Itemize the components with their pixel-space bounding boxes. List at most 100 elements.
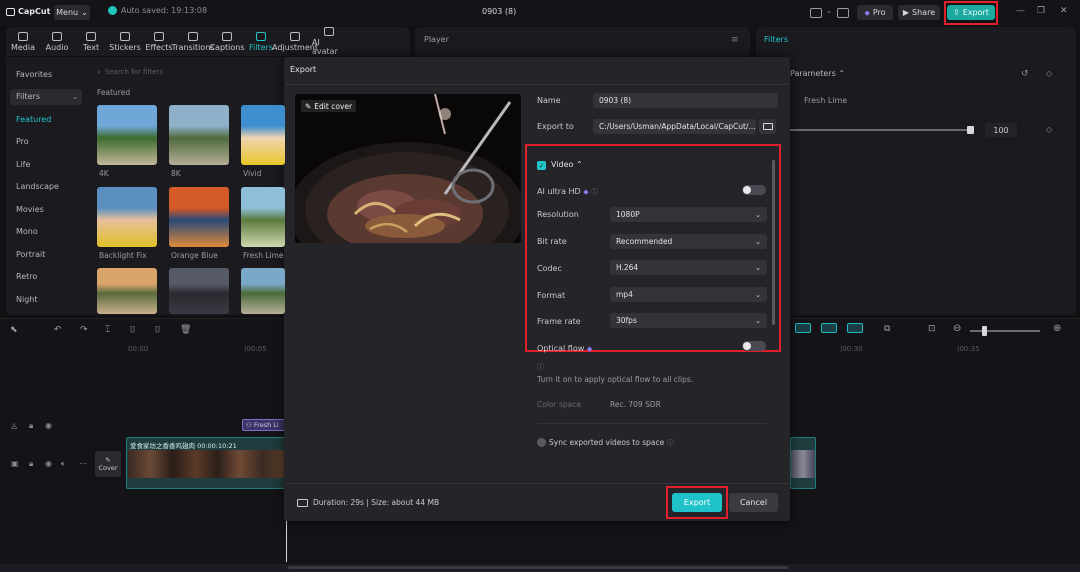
caption-icon[interactable]: ⊡ [928, 324, 936, 334]
capcut-logo-icon [6, 7, 15, 16]
audio-icon[interactable]: 🔈︎ [61, 459, 66, 469]
layout-icon[interactable] [810, 8, 822, 18]
framerate-label: Frame rate [537, 317, 581, 326]
info-icon[interactable]: ⓘ [591, 188, 598, 196]
zoom-slider[interactable] [970, 330, 1040, 332]
pro-button[interactable]: ◆ Pro [857, 5, 893, 20]
player-menu-icon[interactable]: ≡ [731, 35, 739, 45]
tool-ai-avatar[interactable]: AI avatar [312, 27, 346, 56]
codec-select[interactable]: H.264 ⌄ [610, 260, 767, 275]
tool-text[interactable]: Text [74, 27, 108, 56]
browse-folder-button[interactable] [759, 119, 776, 134]
filters-tab[interactable]: Filters [764, 35, 788, 44]
keyframe-icon[interactable]: ◇ [1046, 69, 1052, 78]
bitrate-select[interactable]: Recommended ⌄ [610, 234, 767, 249]
tool-stickers[interactable]: Stickers [108, 27, 142, 56]
sidebar-item-pro[interactable]: Pro [10, 134, 82, 150]
tool-audio[interactable]: Audio [40, 27, 74, 56]
lock-icon[interactable]: 🔒︎ [29, 421, 33, 431]
sidebar-item-filters[interactable]: Filters ⌄ [10, 88, 82, 105]
filter-thumbnail[interactable] [97, 268, 157, 314]
trim-left-icon[interactable]: ⌷ [130, 325, 135, 335]
export-button[interactable]: Export [672, 493, 722, 512]
diamond-icon: ◆ [864, 8, 870, 17]
layout-chevron-icon[interactable]: ⌄ [826, 7, 832, 15]
format-select[interactable]: mp4 ⌄ [610, 287, 767, 302]
eye-icon[interactable]: ◉ [45, 459, 52, 468]
shortcut-icon[interactable] [837, 8, 849, 18]
tool-adjustment[interactable]: Adjustment [272, 27, 318, 56]
timeline-scrollbar[interactable] [288, 566, 788, 569]
undo-icon[interactable]: ↶ [54, 325, 62, 335]
intensity-slider-handle[interactable] [967, 126, 974, 134]
sidebar-item-featured[interactable]: Featured [10, 111, 82, 127]
filter-search[interactable]: ⌕ Search for filters [97, 65, 287, 79]
zoom-slider-handle[interactable] [982, 326, 987, 336]
sidebar-item-night[interactable]: Night [10, 291, 82, 307]
filter-clip[interactable]: ⚇ Fresh Li [242, 419, 286, 431]
lock-icon[interactable]: 🔒︎ [29, 459, 33, 469]
filter-thumbnail[interactable] [97, 187, 157, 247]
snap-icon[interactable]: ⧉ [884, 324, 890, 334]
magnet-icon[interactable] [795, 323, 811, 333]
filter-thumbnail[interactable] [169, 268, 229, 314]
maximize-icon[interactable]: ❐ [1037, 6, 1045, 16]
info-icon[interactable]: ⓘ [667, 439, 674, 447]
export-path-input[interactable]: C:/Users/Usman/AppData/Local/CapCut/... [593, 119, 756, 134]
export-top-button[interactable]: ⇪ Export [947, 5, 995, 20]
sync-checkbox[interactable] [537, 438, 546, 447]
filter-thumbnail[interactable] [169, 187, 229, 247]
optical-flow-toggle[interactable] [742, 341, 766, 351]
zoom-in-icon[interactable]: ⊕ [1053, 323, 1061, 334]
project-title: 0903 (8) [482, 7, 517, 16]
reset-icon[interactable]: ↺ [1021, 69, 1029, 79]
link-icon[interactable] [821, 323, 837, 333]
delete-icon[interactable]: 🗑 [180, 325, 191, 335]
cover-button[interactable]: ✎ Cover [95, 451, 121, 477]
edit-cover-button[interactable]: ✎ Edit cover [301, 100, 357, 112]
intensity-value[interactable]: 100 [985, 123, 1017, 137]
redo-icon[interactable]: ↷ [80, 325, 88, 335]
split-icon[interactable]: ⌶ [105, 325, 110, 335]
settings-scrollbar[interactable] [772, 160, 775, 325]
sidebar-item-landscape[interactable]: Landscape [10, 179, 82, 195]
cancel-button[interactable]: Cancel [729, 493, 778, 512]
tool-media[interactable]: Media [6, 27, 40, 56]
intensity-slider[interactable] [790, 129, 970, 131]
minimize-icon[interactable]: — [1016, 6, 1025, 16]
filter-thumbnail[interactable] [97, 105, 157, 165]
zoom-out-icon[interactable]: ⊖ [953, 323, 961, 334]
framerate-select[interactable]: 30fps ⌄ [610, 313, 767, 328]
sidebar-item-portrait[interactable]: Portrait [10, 246, 82, 262]
filter-thumbnail[interactable] [241, 187, 285, 247]
trim-right-icon[interactable]: ⌷ [155, 325, 160, 335]
sidebar-item-movies[interactable]: Movies [10, 201, 82, 217]
share-button[interactable]: ▶ Share [898, 5, 940, 20]
filter-thumbnail[interactable] [241, 105, 285, 165]
cover-preview[interactable] [295, 94, 521, 243]
sidebar-item-mono[interactable]: Mono [10, 224, 82, 240]
sidebar-item-favorites[interactable]: Favorites [10, 66, 82, 82]
preview-axis-icon[interactable] [847, 323, 863, 333]
tool-filters[interactable]: Filters [244, 27, 278, 56]
video-section-toggle[interactable]: Video ⌃ [551, 160, 583, 169]
filter-thumbnail[interactable] [241, 268, 285, 314]
sidebar-item-retro[interactable]: Retro [10, 269, 82, 285]
menu-button[interactable]: Menu ⌄ [54, 5, 90, 20]
keyframe-icon[interactable]: ◇ [1046, 125, 1052, 134]
ai-hd-toggle[interactable] [742, 185, 766, 195]
tool-transitions[interactable]: Transitions [172, 27, 214, 56]
name-input[interactable]: 0903 (8) [593, 93, 778, 108]
ai-avatar-icon [324, 27, 334, 36]
resolution-select[interactable]: 1080P ⌄ [610, 207, 767, 222]
tool-captions[interactable]: Captions [209, 27, 245, 56]
video-checkbox[interactable]: ✓ [537, 161, 546, 170]
video-clip-thumbnails [128, 450, 285, 478]
eye-icon[interactable]: ◉ [45, 421, 52, 430]
select-tool-icon[interactable]: ⬉ [10, 325, 18, 335]
more-icon[interactable]: ⋯ [79, 459, 87, 468]
tool-effects[interactable]: Effects [142, 27, 176, 56]
close-icon[interactable]: ✕ [1060, 6, 1068, 16]
sidebar-item-life[interactable]: Life [10, 156, 82, 172]
filter-thumbnail[interactable] [169, 105, 229, 165]
